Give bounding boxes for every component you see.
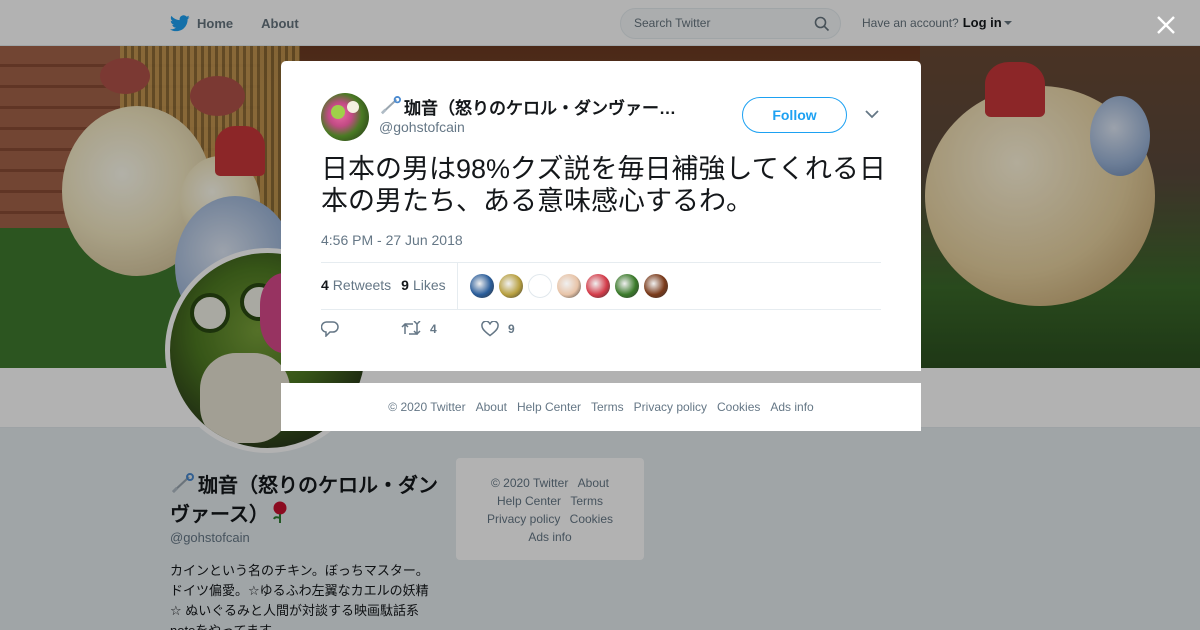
tweet-author-name-text: 珈音（怒りのケロル・ダンヴァー… <box>404 99 676 118</box>
tweet-author-avatar[interactable] <box>321 93 369 141</box>
close-icon[interactable] <box>1154 13 1178 37</box>
tweet-timestamp[interactable]: 4:56 PM - 27 Jun 2018 <box>321 232 463 248</box>
likes-label: Likes <box>412 277 446 293</box>
footer-copyright: © 2020 Twitter <box>388 400 466 414</box>
reply-button[interactable] <box>321 321 401 337</box>
modal-footer: © 2020 Twitter About Help Center Terms P… <box>281 383 921 431</box>
retweets-stat[interactable]: 4 Retweets <box>321 277 391 293</box>
tweet-author-name[interactable]: 珈音（怒りのケロル・ダンヴァー… <box>379 94 699 119</box>
chevron-down-icon[interactable] <box>865 109 879 119</box>
retweet-count: 4 <box>430 322 437 336</box>
likes-count: 9 <box>401 277 409 293</box>
retweets-label: Retweets <box>332 277 392 293</box>
safety-pin-icon <box>380 96 401 115</box>
tweet-modal: 珈音（怒りのケロル・ダンヴァー… @gohstofcain Follow 日本の… <box>281 61 921 371</box>
retweets-count: 4 <box>321 277 329 293</box>
liker-avatar[interactable] <box>615 274 639 298</box>
footer-help[interactable]: Help Center <box>517 400 581 414</box>
liker-avatar[interactable] <box>470 274 494 298</box>
liker-avatar[interactable] <box>557 274 581 298</box>
like-count: 9 <box>508 322 515 336</box>
retweet-button[interactable]: 4 <box>401 321 481 337</box>
liker-avatar[interactable] <box>644 274 668 298</box>
follow-button[interactable]: Follow <box>742 97 847 133</box>
reply-icon <box>321 321 339 337</box>
footer-terms[interactable]: Terms <box>591 400 624 414</box>
heart-icon <box>481 321 499 337</box>
likes-stat[interactable]: 9 Likes <box>401 277 445 293</box>
liker-avatar[interactable] <box>499 274 523 298</box>
likers-avatars <box>470 274 673 298</box>
tweet-stats: 4 Retweets 9 Likes <box>321 277 446 293</box>
footer-about[interactable]: About <box>476 400 507 414</box>
like-button[interactable]: 9 <box>481 321 515 337</box>
divider <box>321 309 881 310</box>
retweet-icon <box>401 321 421 336</box>
divider <box>321 262 881 263</box>
tweet-text: 日本の男は98%クズ説を毎日補強してくれる日本の男たち、ある意味感心するわ。 <box>321 154 886 216</box>
tweet-author-handle[interactable]: @gohstofcain <box>379 119 465 135</box>
divider <box>457 263 458 309</box>
footer-privacy[interactable]: Privacy policy <box>634 400 707 414</box>
footer-cookies[interactable]: Cookies <box>717 400 760 414</box>
tweet-actions: 4 9 <box>321 321 515 337</box>
liker-avatar[interactable] <box>586 274 610 298</box>
footer-ads[interactable]: Ads info <box>770 400 813 414</box>
liker-avatar[interactable] <box>528 274 552 298</box>
